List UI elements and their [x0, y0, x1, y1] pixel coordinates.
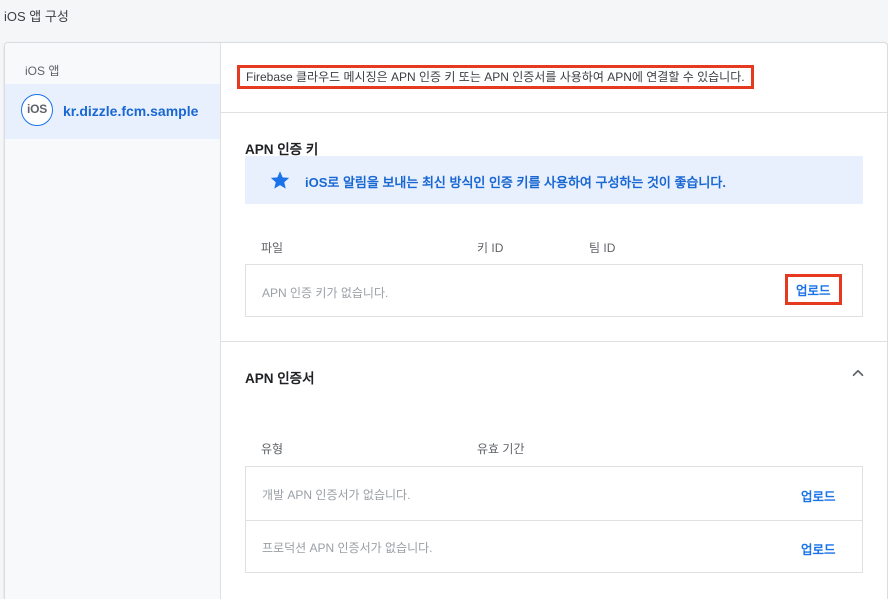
ios-config-card: iOS 앱 iOS kr.dizzle.fcm.sample Firebase …: [4, 42, 888, 599]
chevron-up-icon[interactable]: [849, 364, 867, 382]
apn-cert-table: 개발 APN 인증서가 없습니다. 업로드 프로덕션 APN 인증서가 없습니다…: [245, 466, 863, 573]
column-header-team-id: 팀 ID: [589, 241, 616, 255]
sidebar-heading: iOS 앱: [25, 64, 60, 78]
apn-key-table: APN 인증 키가 없습니다. 업로드: [245, 264, 863, 317]
upload-apn-key-button[interactable]: 업로드: [785, 274, 842, 305]
main-panel: Firebase 클라우드 메시징은 APN 인증 키 또는 APN 인증서를 …: [221, 43, 887, 599]
banner-message: Firebase 클라우드 메시징은 APN 인증 키 또는 APN 인증서를 …: [237, 65, 754, 89]
column-header-type: 유형: [261, 442, 284, 456]
ios-app-icon: iOS: [21, 94, 53, 126]
apn-cert-title: APN 인증서: [245, 371, 315, 386]
page-title: iOS 앱 구성: [4, 9, 69, 24]
sidebar-item-app[interactable]: iOS kr.dizzle.fcm.sample: [5, 84, 220, 139]
apn-key-title: APN 인증 키: [245, 142, 319, 157]
recommendation-text: iOS로 알림을 보내는 최신 방식인 인증 키를 사용하여 구성하는 것이 좋…: [305, 175, 726, 190]
prod-cert-empty-text: 프로덕션 APN 인증서가 없습니다.: [262, 541, 433, 555]
star-icon: [270, 171, 290, 189]
column-header-file: 파일: [261, 241, 284, 255]
app-sidebar: iOS 앱 iOS kr.dizzle.fcm.sample: [5, 43, 221, 599]
column-header-validity: 유효 기간: [477, 442, 525, 456]
upload-prod-cert-button[interactable]: 업로드: [801, 539, 836, 558]
upload-dev-cert-button[interactable]: 업로드: [801, 486, 836, 505]
apn-key-empty-text: APN 인증 키가 없습니다.: [262, 286, 389, 300]
banner-row: Firebase 클라우드 메시징은 APN 인증 키 또는 APN 인증서를 …: [221, 43, 887, 113]
column-header-key-id: 키 ID: [477, 241, 504, 255]
app-bundle-id: kr.dizzle.fcm.sample: [63, 103, 199, 119]
row-divider: [246, 520, 862, 521]
recommendation-banner: iOS로 알림을 보내는 최신 방식인 인증 키를 사용하여 구성하는 것이 좋…: [245, 156, 863, 204]
section-divider: [221, 341, 887, 342]
dev-cert-empty-text: 개발 APN 인증서가 없습니다.: [262, 488, 411, 502]
